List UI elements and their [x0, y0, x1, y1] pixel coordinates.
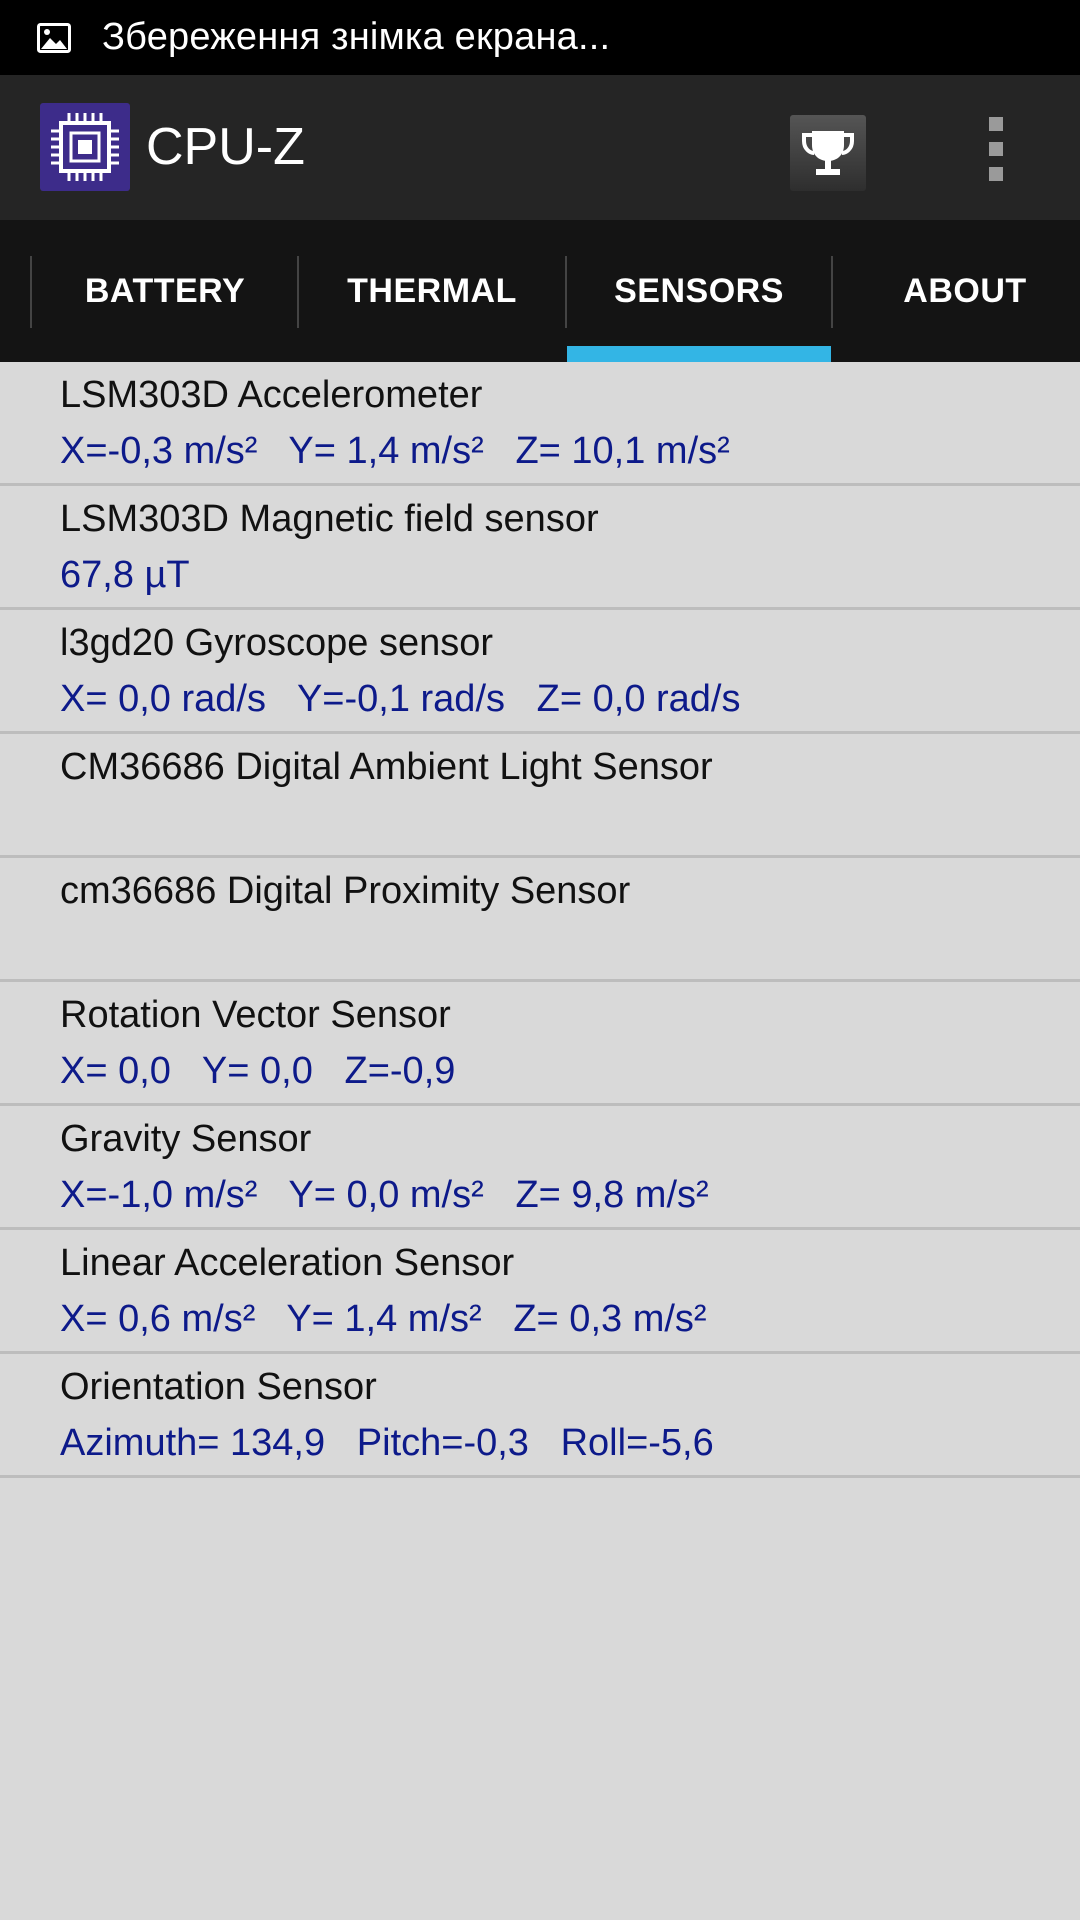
tab-bar: BATTERY THERMAL SENSORS ABOUT [0, 220, 1080, 362]
list-item: l3gd20 Gyroscope sensor X= 0,0 rad/s Y=-… [0, 610, 1080, 734]
tab-thermal[interactable]: THERMAL [299, 220, 565, 362]
sensor-value: 67,8 µT [60, 554, 190, 596]
action-bar: CPU-Z [0, 75, 1080, 222]
tab-battery[interactable]: BATTERY [32, 220, 298, 362]
list-item: Orientation Sensor Azimuth= 134,9 Pitch=… [0, 1354, 1080, 1478]
tab-sensors[interactable]: SENSORS [567, 220, 831, 362]
app-title: CPU-Z [146, 118, 305, 176]
status-bar: Збереження знімка екрана... [0, 0, 1080, 75]
status-notification-text: Збереження знімка екрана... [102, 16, 611, 58]
trophy-icon[interactable] [790, 115, 866, 191]
sensor-list: LSM303D Accelerometer X=-0,3 m/s² Y= 1,4… [0, 362, 1080, 1478]
cpu-chip-icon[interactable] [40, 103, 130, 191]
sensor-value: X= 0,6 m/s² Y= 1,4 m/s² Z= 0,3 m/s² [60, 1298, 707, 1340]
image-icon [36, 22, 72, 54]
sensor-name: Linear Acceleration Sensor [60, 1242, 515, 1284]
sensor-value: X= 0,0 rad/s Y=-0,1 rad/s Z= 0,0 rad/s [60, 678, 741, 720]
list-item: LSM303D Accelerometer X=-0,3 m/s² Y= 1,4… [0, 362, 1080, 486]
sensor-name: l3gd20 Gyroscope sensor [60, 622, 494, 664]
sensor-name: Orientation Sensor [60, 1366, 377, 1408]
overflow-menu-icon[interactable] [976, 111, 1016, 187]
tab-about[interactable]: ABOUT [833, 220, 1080, 362]
sensor-name: CM36686 Digital Ambient Light Sensor [60, 746, 713, 788]
selected-tab-indicator [567, 346, 831, 362]
list-item: CM36686 Digital Ambient Light Sensor [0, 734, 1080, 858]
sensor-value: Azimuth= 134,9 Pitch=-0,3 Roll=-5,6 [60, 1422, 714, 1464]
sensor-name: Rotation Vector Sensor [60, 994, 451, 1036]
list-item: Linear Acceleration Sensor X= 0,6 m/s² Y… [0, 1230, 1080, 1354]
sensor-name: cm36686 Digital Proximity Sensor [60, 870, 631, 912]
sensor-value: X=-1,0 m/s² Y= 0,0 m/s² Z= 9,8 m/s² [60, 1174, 709, 1216]
list-item: Gravity Sensor X=-1,0 m/s² Y= 0,0 m/s² Z… [0, 1106, 1080, 1230]
sensor-name: Gravity Sensor [60, 1118, 312, 1160]
sensor-name: LSM303D Accelerometer [60, 374, 483, 416]
sensor-value: X= 0,0 Y= 0,0 Z=-0,9 [60, 1050, 456, 1092]
list-item: Rotation Vector Sensor X= 0,0 Y= 0,0 Z=-… [0, 982, 1080, 1106]
list-item: LSM303D Magnetic field sensor 67,8 µT [0, 486, 1080, 610]
sensor-value: X=-0,3 m/s² Y= 1,4 m/s² Z= 10,1 m/s² [60, 430, 730, 472]
list-item: cm36686 Digital Proximity Sensor [0, 858, 1080, 982]
sensor-name: LSM303D Magnetic field sensor [60, 498, 599, 540]
